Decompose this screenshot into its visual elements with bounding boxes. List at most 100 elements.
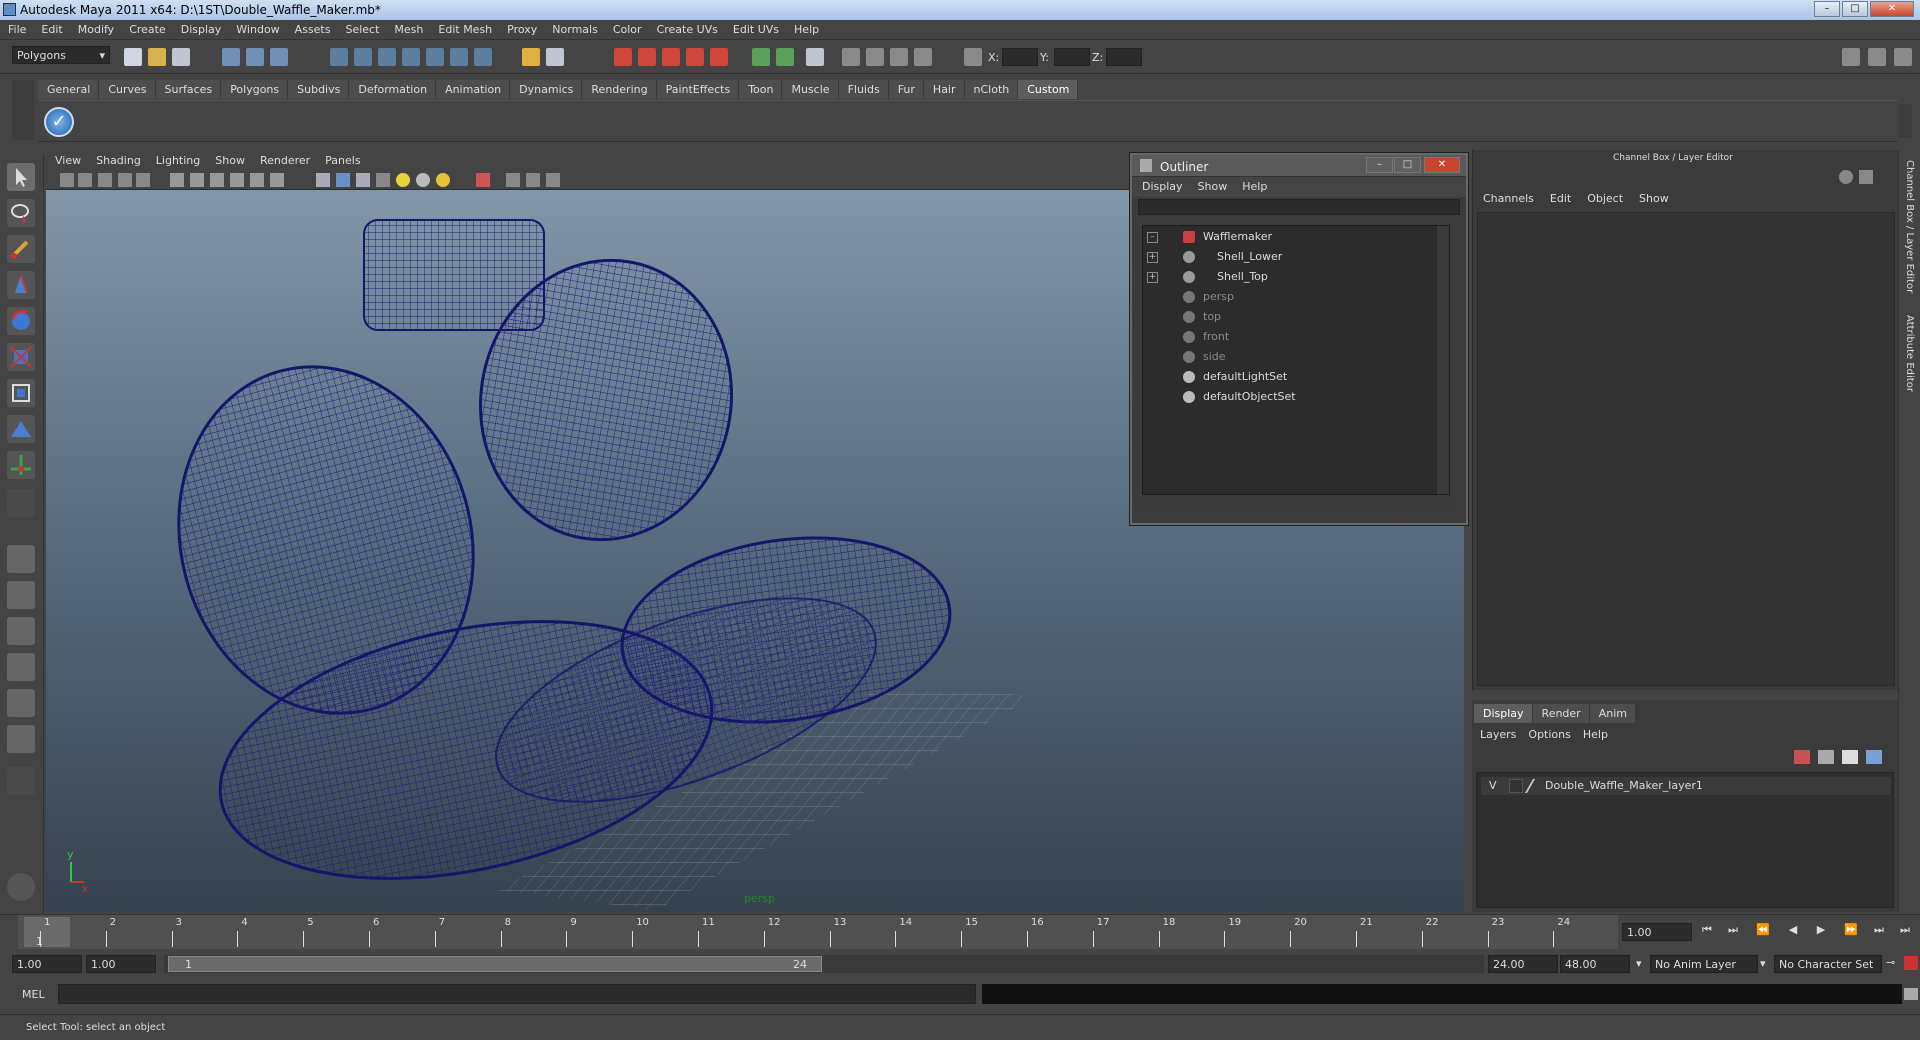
anim-layer-dropdown[interactable]: No Anim Layer	[1650, 955, 1758, 973]
playback-start-field[interactable]: 1.00	[86, 955, 156, 973]
layer-tab-display[interactable]: Display	[1474, 704, 1533, 723]
tab-painteffects[interactable]: PaintEffects	[656, 80, 740, 99]
tab-toon[interactable]: Toon	[739, 80, 783, 99]
menu-help[interactable]: Help	[786, 20, 826, 36]
select-component-icon[interactable]	[270, 48, 288, 66]
safe-action-icon[interactable]	[250, 173, 264, 187]
channel-edit-icon[interactable]	[1859, 170, 1873, 184]
menu-assets[interactable]: Assets	[287, 20, 338, 36]
tab-rendering[interactable]: Rendering	[582, 80, 657, 99]
tab-surfaces[interactable]: Surfaces	[155, 80, 222, 99]
menu-edit-uvs[interactable]: Edit UVs	[725, 20, 786, 36]
hypershade-icon[interactable]	[686, 48, 704, 66]
collapse-icon[interactable]: –	[1147, 232, 1158, 243]
snap-point-icon[interactable]	[378, 48, 396, 66]
grid-toggle-icon[interactable]	[890, 48, 908, 66]
command-input[interactable]	[58, 984, 976, 1004]
menu-proxy[interactable]: Proxy	[499, 20, 544, 36]
menu-create-uvs[interactable]: Create UVs	[649, 20, 725, 36]
transform-field-icon[interactable]	[964, 48, 982, 66]
step-back-frame-icon[interactable]: ⏪	[1756, 923, 1770, 937]
sel-input-icon[interactable]	[752, 48, 770, 66]
toggle-channel-box-icon[interactable]	[1842, 48, 1860, 66]
play-forwards-icon[interactable]: ▶	[1814, 923, 1828, 937]
image-plane-icon[interactable]	[866, 48, 884, 66]
channel-menu-show[interactable]: Show	[1631, 192, 1677, 205]
camera-attr-icon[interactable]	[842, 48, 860, 66]
film-gate-vp-icon[interactable]	[170, 173, 184, 187]
tab-curves[interactable]: Curves	[99, 80, 156, 99]
soft-mod-icon[interactable]	[7, 415, 35, 443]
new-layer-selected-icon[interactable]	[1866, 750, 1882, 764]
safe-title-icon[interactable]	[270, 173, 284, 187]
xray-icon[interactable]	[476, 173, 490, 187]
menu-display[interactable]: Display	[173, 20, 229, 36]
time-ruler[interactable]: 1 12345678910111213141516171819202122232…	[18, 915, 1618, 949]
outliner-title-bar[interactable]: Outliner – □ ✕	[1132, 155, 1466, 177]
last-tool-icon[interactable]	[7, 489, 35, 517]
step-forward-frame-icon[interactable]: ⏩	[1844, 923, 1858, 937]
tab-dynamics[interactable]: Dynamics	[510, 80, 583, 99]
toggle-attribute-editor-icon[interactable]	[1868, 48, 1886, 66]
grid-vp-icon[interactable]	[136, 173, 150, 187]
script-editor-icon[interactable]	[1904, 988, 1918, 1000]
persp-outliner-layout-icon[interactable]	[7, 617, 35, 645]
layer-row[interactable]: V Double_Waffle_Maker_layer1	[1481, 777, 1891, 795]
camera-attributes-icon[interactable]	[78, 173, 92, 187]
tab-fur[interactable]: Fur	[888, 80, 924, 99]
hypershade-layout-icon[interactable]	[7, 689, 35, 717]
tab-subdivs[interactable]: Subdivs	[288, 80, 350, 99]
resolution-gate-icon[interactable]	[190, 173, 204, 187]
time-slider[interactable]: 1 12345678910111213141516171819202122232…	[0, 914, 1920, 949]
menu-normals[interactable]: Normals	[544, 20, 605, 36]
select-object-icon[interactable]	[246, 48, 264, 66]
paint-select-icon[interactable]	[7, 235, 35, 263]
range-handle[interactable]: 1 24	[168, 956, 822, 972]
persp-graph-layout-icon[interactable]	[7, 653, 35, 681]
render-settings-icon[interactable]	[662, 48, 680, 66]
outliner-minimize-button[interactable]: –	[1366, 157, 1393, 173]
outliner-item-default-light-set[interactable]: defaultLightSet	[1183, 370, 1287, 388]
construction-icon[interactable]	[474, 48, 492, 66]
manipulator-icon[interactable]	[7, 379, 35, 407]
ipr-render-icon[interactable]	[638, 48, 656, 66]
rotate-tool-icon[interactable]	[7, 307, 35, 335]
layer-menu-layers[interactable]: Layers	[1480, 728, 1528, 741]
open-scene-icon[interactable]	[148, 48, 166, 66]
vp-menu-panels[interactable]: Panels	[316, 152, 366, 167]
vp-menu-lighting[interactable]: Lighting	[147, 152, 206, 167]
checkmark-icon[interactable]: ✓	[44, 107, 74, 137]
image-plane-vp-icon[interactable]	[118, 173, 132, 187]
four-view-layout-icon[interactable]	[7, 581, 35, 609]
chevron-down-icon[interactable]: ▾	[1760, 957, 1766, 970]
vp-menu-view[interactable]: View	[46, 152, 87, 167]
outliner-item-side[interactable]: side	[1183, 350, 1226, 368]
outliner-item-top[interactable]: top	[1183, 310, 1221, 328]
snap-curve-icon[interactable]	[354, 48, 372, 66]
render-current-icon[interactable]	[614, 48, 632, 66]
layout-options-icon[interactable]	[7, 767, 35, 795]
smooth-shade-icon[interactable]	[336, 173, 350, 187]
tab-polygons[interactable]: Polygons	[221, 80, 289, 99]
outliner-item-front[interactable]: front	[1183, 330, 1229, 348]
minimize-button[interactable]: –	[1814, 1, 1840, 17]
outliner-vertical-scrollbar[interactable]	[1437, 226, 1449, 494]
outliner-item-shell-top[interactable]: Shell_Top	[1183, 270, 1268, 288]
tab-ncloth[interactable]: nCloth	[964, 80, 1019, 99]
all-lights-icon[interactable]	[416, 173, 430, 187]
outliner-menu-show[interactable]: Show	[1188, 177, 1233, 193]
select-hierarchy-icon[interactable]	[222, 48, 240, 66]
isolate-select-icon[interactable]	[506, 173, 520, 187]
channel-options-icon[interactable]	[1839, 170, 1853, 184]
maximize-button[interactable]: □	[1842, 1, 1868, 17]
range-track[interactable]: 1 24	[164, 955, 1484, 973]
menu-edit[interactable]: Edit	[33, 20, 69, 36]
layer-visibility-toggle[interactable]: V	[1489, 779, 1497, 792]
move-layer-down-icon[interactable]	[1818, 750, 1834, 764]
expand-icon[interactable]: +	[1147, 252, 1158, 263]
layer-type-toggle[interactable]	[1509, 779, 1523, 793]
close-button[interactable]: ✕	[1870, 1, 1914, 17]
snap-live-icon[interactable]	[426, 48, 444, 66]
menu-edit-mesh[interactable]: Edit Mesh	[430, 20, 499, 36]
vp-menu-shading[interactable]: Shading	[87, 152, 147, 167]
